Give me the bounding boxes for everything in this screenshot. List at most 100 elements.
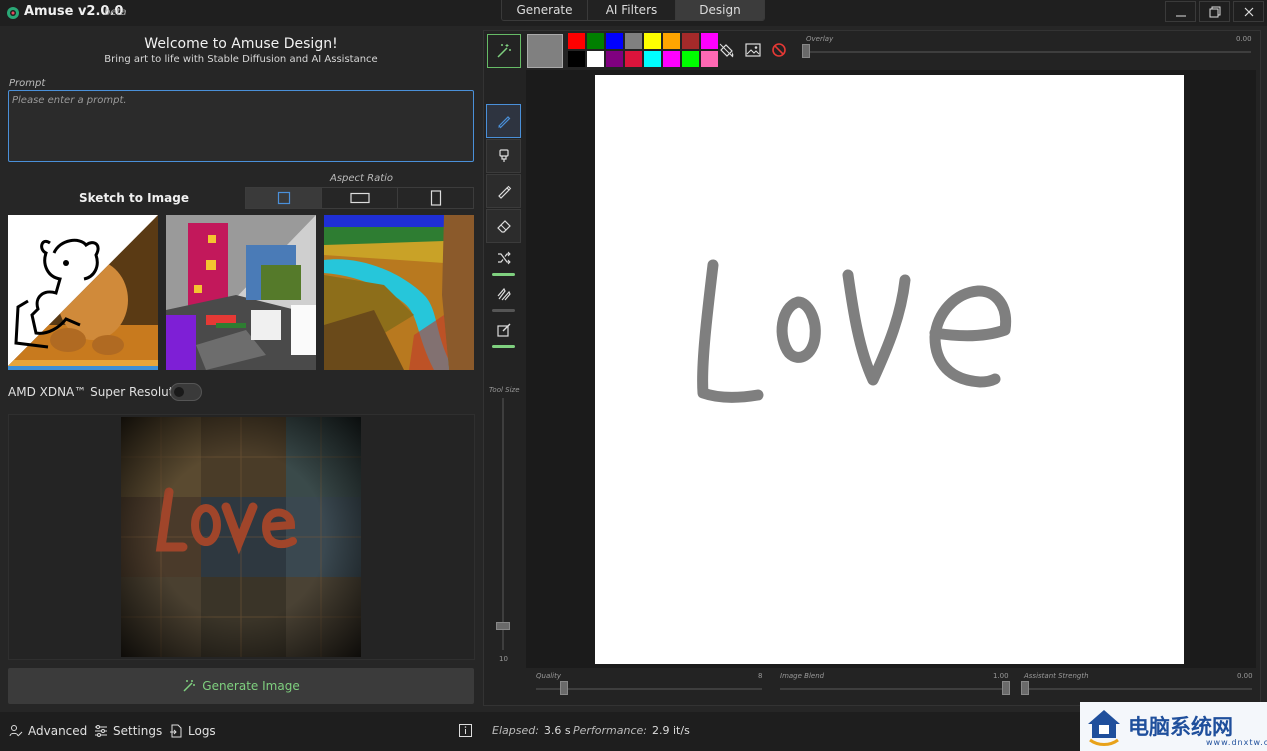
settings-button[interactable]: Settings bbox=[94, 724, 162, 738]
color-swatch[interactable] bbox=[682, 33, 699, 49]
image-icon bbox=[745, 43, 761, 57]
clear-button[interactable] bbox=[770, 41, 788, 59]
restore-button[interactable] bbox=[1199, 1, 1230, 22]
info-button[interactable] bbox=[459, 724, 472, 737]
minimize-button[interactable] bbox=[1165, 1, 1196, 22]
quality-slider[interactable] bbox=[536, 688, 762, 690]
landscape-icon bbox=[349, 192, 370, 204]
main-tabs: Generate AI Filters Design bbox=[501, 0, 765, 21]
aspect-ratio-label: Aspect Ratio bbox=[330, 173, 394, 184]
logs-button[interactable]: Logs bbox=[169, 724, 216, 738]
color-swatch[interactable] bbox=[625, 33, 642, 49]
color-swatch[interactable] bbox=[606, 33, 623, 49]
preset-teddy-bear[interactable] bbox=[8, 215, 158, 370]
preset-room-interior[interactable] bbox=[166, 215, 316, 370]
drawing-canvas[interactable] bbox=[595, 75, 1184, 664]
color-swatch[interactable] bbox=[644, 33, 661, 49]
xdna-label: AMD XDNA™ Super Resolution bbox=[8, 385, 192, 399]
restore-icon bbox=[1209, 6, 1220, 17]
image-blend-value: 1.00 bbox=[993, 672, 1009, 680]
stamp-tool[interactable] bbox=[486, 139, 521, 173]
color-swatch[interactable] bbox=[682, 51, 699, 67]
title-bar: Amuse v2.0.0 beta Generate AI Filters De… bbox=[0, 0, 1267, 26]
close-button[interactable] bbox=[1233, 1, 1264, 22]
aspect-landscape-button[interactable] bbox=[322, 188, 398, 208]
assistant-strength-value: 0.00 bbox=[1237, 672, 1253, 680]
close-icon bbox=[1244, 7, 1253, 16]
info-icon bbox=[459, 724, 472, 737]
welcome-subtitle: Bring art to life with Stable Diffusion … bbox=[104, 54, 378, 65]
app-beta-label: beta bbox=[104, 7, 127, 18]
generate-image-button[interactable]: Generate Image bbox=[8, 668, 474, 704]
edit-indicator bbox=[492, 345, 515, 348]
tool-size-slider[interactable] bbox=[502, 398, 504, 650]
advanced-label: Advanced bbox=[28, 724, 88, 738]
color-swatch[interactable] bbox=[606, 51, 623, 67]
smooth-indicator bbox=[492, 309, 515, 312]
minimize-icon bbox=[1175, 15, 1186, 16]
image-blend-slider[interactable] bbox=[780, 688, 1010, 690]
brush-tool[interactable] bbox=[486, 104, 521, 138]
elapsed-label: Elapsed: bbox=[492, 724, 539, 737]
ai-assist-button[interactable] bbox=[487, 34, 521, 68]
eraser-tool[interactable] bbox=[486, 209, 521, 243]
assistant-strength-label: Assistant Strength bbox=[1024, 672, 1089, 680]
color-swatch[interactable] bbox=[625, 51, 642, 67]
overlay-slider-thumb[interactable] bbox=[802, 44, 810, 58]
logs-icon bbox=[170, 724, 182, 738]
color-swatch[interactable] bbox=[568, 33, 585, 49]
prompt-input[interactable] bbox=[8, 90, 474, 162]
color-swatch[interactable] bbox=[587, 51, 604, 67]
performance-label: Performance: bbox=[573, 724, 647, 737]
color-swatch[interactable] bbox=[644, 51, 661, 67]
quality-slider-thumb[interactable] bbox=[560, 681, 568, 695]
house-logo-icon bbox=[1088, 709, 1120, 746]
toggle-knob bbox=[174, 387, 184, 397]
assistant-strength-slider-thumb[interactable] bbox=[1021, 681, 1029, 695]
tab-generate[interactable]: Generate bbox=[502, 0, 588, 20]
tool-size-value: 10 bbox=[499, 655, 508, 663]
fill-bucket-button[interactable] bbox=[717, 41, 735, 59]
mode-label: Sketch to Image bbox=[79, 191, 189, 205]
shuffle-icon bbox=[497, 251, 511, 265]
aspect-square-button[interactable] bbox=[246, 188, 322, 208]
image-button[interactable] bbox=[744, 41, 762, 59]
assistant-strength-slider[interactable] bbox=[1024, 688, 1252, 690]
color-swatch[interactable] bbox=[701, 33, 718, 49]
smooth-toggle[interactable] bbox=[486, 280, 521, 308]
teddy-bear-thumbnail bbox=[8, 215, 158, 366]
color-palette bbox=[568, 33, 718, 68]
portrait-icon bbox=[430, 190, 441, 206]
color-swatch[interactable] bbox=[587, 33, 604, 49]
aspect-portrait-button[interactable] bbox=[398, 188, 473, 208]
color-swatch[interactable] bbox=[663, 51, 680, 67]
edit-toggle[interactable] bbox=[486, 316, 521, 344]
xdna-toggle[interactable] bbox=[170, 383, 202, 401]
tab-design[interactable]: Design bbox=[676, 0, 764, 20]
tool-size-slider-thumb[interactable] bbox=[496, 622, 510, 630]
pen-icon bbox=[497, 185, 511, 199]
prohibited-icon bbox=[772, 43, 786, 57]
welcome-title: Welcome to Amuse Design! bbox=[144, 36, 338, 52]
preset-canyon-river[interactable] bbox=[324, 215, 474, 370]
overlay-value: 0.00 bbox=[1236, 35, 1252, 43]
square-icon bbox=[277, 191, 290, 205]
generated-image bbox=[121, 417, 361, 657]
overlay-slider[interactable] bbox=[806, 51, 1251, 53]
color-swatch[interactable] bbox=[568, 51, 585, 67]
color-swatch[interactable] bbox=[663, 33, 680, 49]
edit-icon bbox=[496, 323, 510, 337]
advanced-button[interactable]: Advanced bbox=[9, 724, 87, 738]
image-blend-slider-thumb[interactable] bbox=[1002, 681, 1010, 695]
pen-tool[interactable] bbox=[486, 174, 521, 208]
logs-label: Logs bbox=[188, 724, 216, 738]
paintbrush-icon bbox=[497, 116, 510, 129]
app-window: Amuse v2.0.0 beta Generate AI Filters De… bbox=[0, 0, 1267, 751]
tab-ai-filters[interactable]: AI Filters bbox=[588, 0, 676, 20]
shuffle-toggle[interactable] bbox=[486, 244, 521, 272]
current-color-swatch[interactable] bbox=[527, 34, 563, 68]
canyon-river-thumbnail bbox=[324, 215, 474, 370]
color-swatch[interactable] bbox=[701, 51, 718, 67]
generate-image-label: Generate Image bbox=[202, 679, 300, 693]
watermark: 电脑系统网 www.dnxtw.com bbox=[1080, 702, 1267, 751]
